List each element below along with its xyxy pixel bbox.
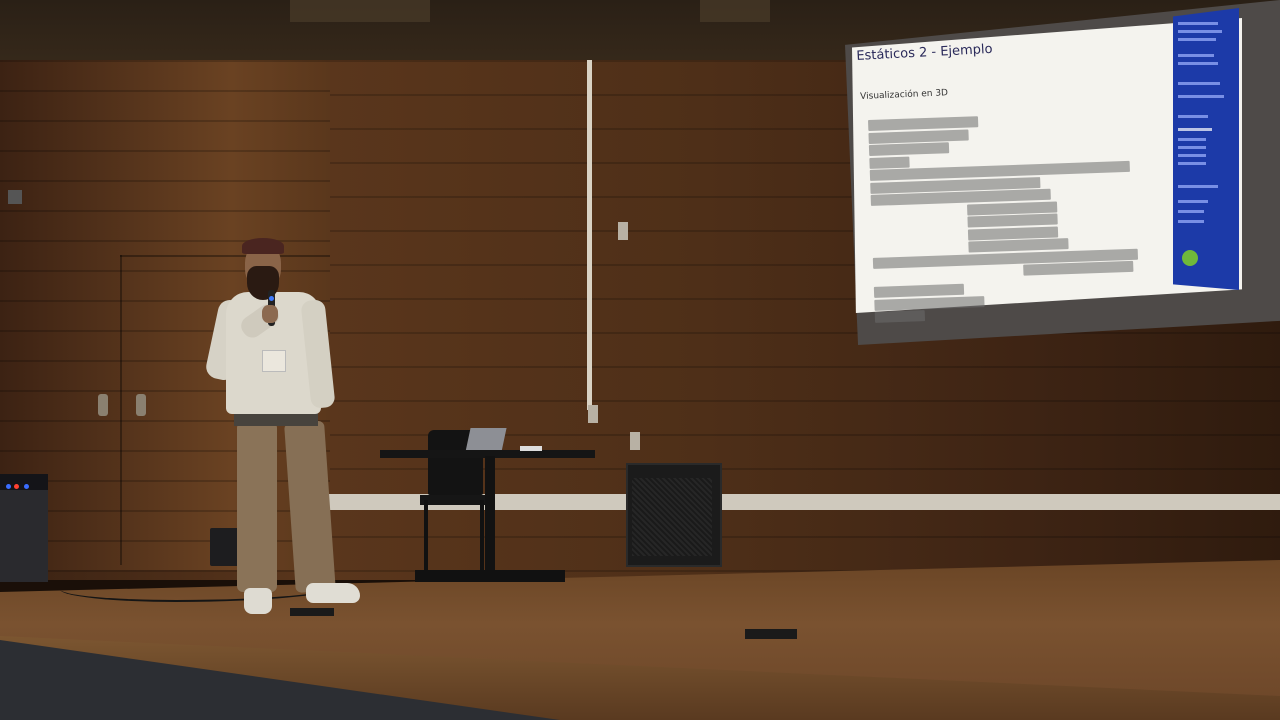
sidebar-text-line [1178, 62, 1218, 65]
door-handle [98, 394, 108, 416]
code-line [968, 238, 1069, 253]
sidebar-text-line [1178, 138, 1206, 141]
code-line [868, 142, 950, 156]
speaker-left [0, 490, 48, 582]
table-leg [485, 456, 495, 581]
amplifier-grille [632, 478, 712, 556]
presenter-leg [237, 422, 277, 592]
sidebar-text-line [1178, 185, 1218, 188]
presenter-shoe [306, 583, 360, 603]
sidebar-text-line [1178, 30, 1222, 33]
wall-outlet [588, 405, 598, 423]
auditorium-scene: Estáticos 2 - Ejemplo Visualización en 3… [0, 0, 1280, 720]
microphone-light [269, 296, 274, 301]
trash-bin [210, 528, 240, 566]
slide-sidebar [1173, 8, 1239, 290]
door-handle [136, 394, 146, 416]
code-line [869, 156, 910, 169]
code-line [874, 310, 926, 323]
chair-leg [424, 500, 428, 570]
door-seam [120, 255, 330, 257]
code-block [868, 110, 1154, 323]
sidebar-text-line [1178, 38, 1216, 41]
sidebar-text-line [1178, 95, 1224, 98]
sidebar-text-line [1178, 154, 1206, 157]
code-line [1023, 260, 1134, 276]
laptop [465, 428, 507, 452]
table-device [520, 446, 542, 451]
presenter-hand [262, 305, 278, 323]
wall-outlet [630, 432, 640, 450]
sidebar-text-line [1178, 200, 1208, 203]
mixer-light [6, 484, 11, 489]
sidebar-text-line [1178, 54, 1214, 57]
sidebar-text-line [1178, 22, 1218, 25]
sidebar-text-line [1178, 210, 1204, 213]
chair-leg [480, 500, 484, 570]
name-badge [262, 350, 286, 372]
ceiling-light [700, 0, 770, 22]
sidebar-text-line [1178, 146, 1206, 149]
table-base [415, 570, 565, 582]
sidebar-text-line [1178, 220, 1204, 223]
sidebar-text-line [1178, 82, 1220, 85]
door-seam [120, 255, 122, 565]
mixer-light [14, 484, 19, 489]
wall-fixture [8, 190, 22, 204]
sidebar-text-line [1178, 162, 1206, 165]
wall-pipe [587, 60, 592, 410]
presenter-cap [242, 238, 284, 254]
wall-outlet [618, 222, 628, 240]
floor-vent [290, 608, 334, 616]
code-line [967, 213, 1058, 228]
mixer-light [24, 484, 29, 489]
sidebar-text-line [1178, 115, 1208, 118]
floor-vent [745, 629, 797, 639]
sidebar-text-line [1178, 128, 1212, 131]
code-line [868, 129, 969, 144]
ceiling-light [290, 0, 430, 22]
logo-icon [1182, 250, 1198, 266]
presenter-shoe [244, 588, 272, 614]
